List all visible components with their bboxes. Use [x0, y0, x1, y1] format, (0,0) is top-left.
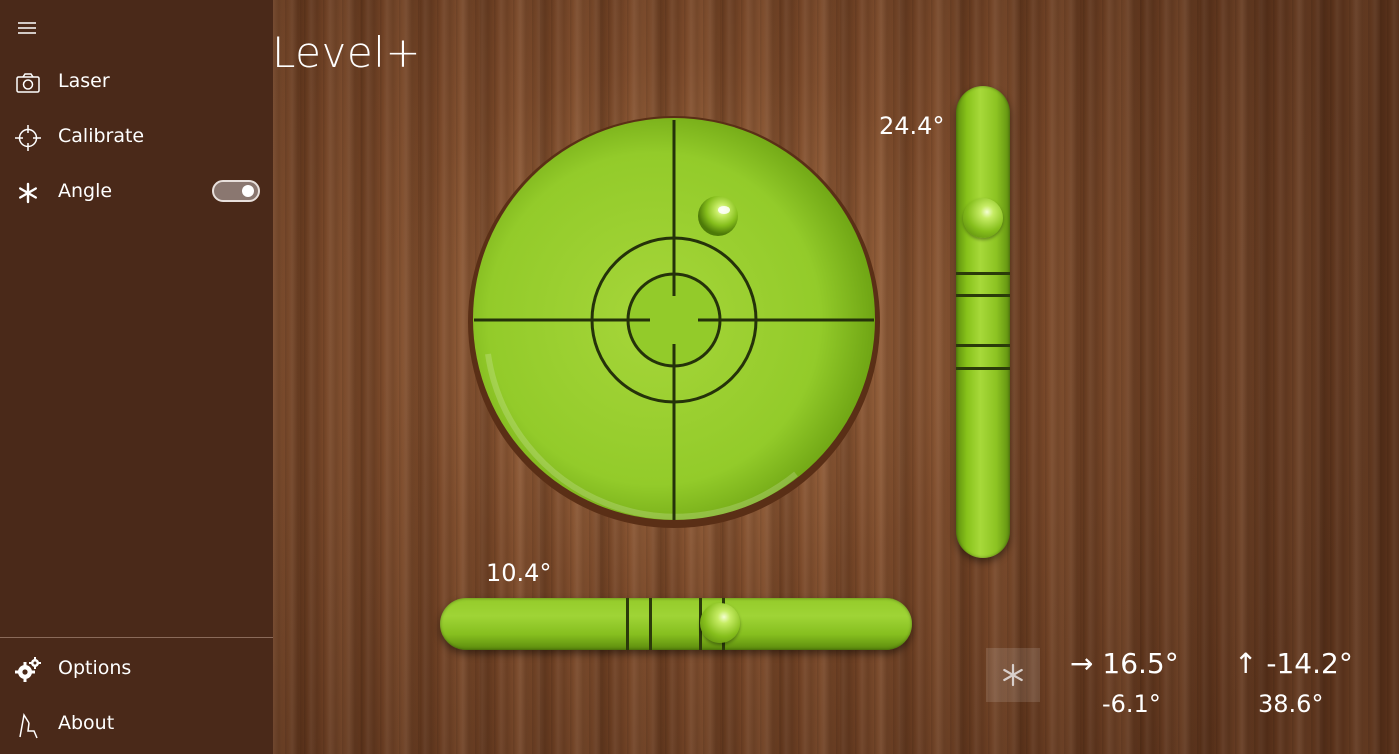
- vertical-angle-label: 24.4°: [879, 112, 945, 140]
- horizontal-level-mark: [626, 598, 629, 650]
- horizontal-level: [440, 598, 912, 650]
- vertical-level: [956, 86, 1010, 558]
- horizontal-level-bubble: [700, 603, 740, 643]
- y-angle-value: -14.2°: [1266, 647, 1353, 680]
- crosshair-icon: [15, 125, 41, 151]
- y-angle-readout: ↑ -14.2°: [1234, 647, 1353, 680]
- vertical-level-bubble: [963, 198, 1003, 238]
- bullseye-level: [468, 116, 880, 528]
- x-angle-value: 16.5°: [1102, 647, 1179, 680]
- vertical-level-mark: [956, 294, 1010, 297]
- nav-item-label: Laser: [58, 70, 110, 92]
- hamburger-icon: [18, 22, 36, 34]
- horizontal-level-mark: [649, 598, 652, 650]
- nav-item-calibrate[interactable]: Calibrate: [0, 112, 273, 164]
- horizontal-angle-label: 10.4°: [486, 559, 552, 587]
- navigation-pane: Laser Calibrate Angle Options About: [0, 0, 273, 754]
- menu-toggle-button[interactable]: [14, 16, 42, 40]
- nav-item-label: About: [58, 712, 115, 734]
- gears-icon: [15, 657, 41, 682]
- nav-item-options[interactable]: Options: [0, 644, 273, 696]
- vertical-level-mark: [956, 367, 1010, 370]
- nav-divider: [0, 637, 273, 638]
- y-angle-secondary: 38.6°: [1258, 690, 1324, 718]
- nav-item-about[interactable]: About: [0, 699, 273, 751]
- nav-item-label: Calibrate: [58, 125, 145, 147]
- angle-mode-button[interactable]: [986, 648, 1040, 702]
- asterisk-icon: [1003, 663, 1023, 687]
- right-arrow-icon: →: [1070, 647, 1094, 680]
- vertical-level-mark: [956, 344, 1010, 347]
- nav-item-laser[interactable]: Laser: [0, 57, 273, 109]
- x-angle-readout: → 16.5°: [1070, 647, 1179, 680]
- asterisk-icon: [18, 182, 37, 204]
- toggle-knob: [242, 185, 254, 197]
- vertical-level-mark: [956, 272, 1010, 275]
- bullseye-bubble: [698, 196, 738, 236]
- up-arrow-icon: ↑: [1234, 647, 1258, 680]
- nav-item-label: Angle: [58, 180, 113, 202]
- nav-item-label: Options: [58, 657, 132, 679]
- x-angle-secondary: -6.1°: [1102, 690, 1161, 718]
- angle-toggle-switch[interactable]: [212, 180, 260, 202]
- app-title: Level+: [272, 28, 422, 77]
- about-icon: [19, 712, 38, 739]
- camera-icon: [16, 73, 40, 93]
